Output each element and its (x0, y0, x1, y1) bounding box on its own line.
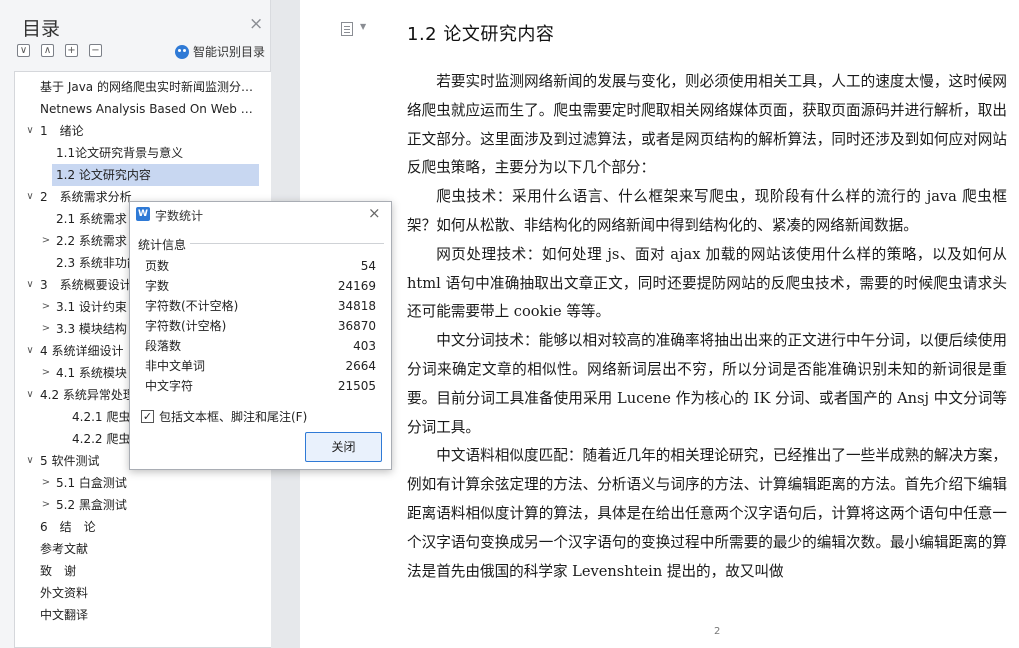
stat-value: 403 (353, 339, 376, 353)
expand-caret-icon[interactable]: ∨ (25, 120, 35, 142)
add-heading-icon[interactable]: + (65, 44, 78, 57)
close-nav-icon[interactable]: × (249, 15, 263, 33)
stat-row: 非中文单词 2664 (145, 356, 376, 376)
paragraph: 爬虫技术：采用什么语言、什么框架来写爬虫，现阶段有什么样的流行的 java 爬虫… (407, 188, 1007, 234)
toc-item[interactable]: 外文资料 (40, 582, 255, 604)
smart-toc-button[interactable]: 智能识别目录 (175, 43, 265, 60)
toc-item[interactable]: 1.1论文研究背景与意义 (56, 142, 255, 164)
stat-row: 段落数 403 (145, 336, 376, 356)
toc-item[interactable]: 1.2 论文研究内容 (52, 164, 259, 186)
document-page[interactable]: ▼ 1.2 论文研究内容 若要实时监测网络新闻的发展与变化，则必须使用相关工具，… (300, 0, 1019, 648)
document-body: 若要实时监测网络新闻的发展与变化，则必须使用相关工具，人工的速度太慢，这时候网络… (407, 68, 1007, 586)
stat-value: 34818 (337, 299, 376, 313)
stat-value: 54 (360, 259, 376, 273)
stat-row: 字数 24169 (145, 276, 376, 296)
collapsed-caret-icon[interactable]: > (41, 472, 51, 494)
collapsed-caret-icon[interactable]: > (41, 494, 51, 516)
stat-value: 21505 (337, 379, 376, 393)
stat-value: 36870 (337, 319, 376, 333)
dialog-title: 字数统计 (155, 209, 204, 223)
collapse-all-icon[interactable]: ∨ (17, 44, 30, 57)
toc-item[interactable]: 参考文献 (40, 538, 255, 560)
stat-label: 段落数 (145, 339, 182, 353)
paragraph: 中文语料相似度匹配：随着近几年的相关理论研究，已经推出了一些半成熟的解决方案，例… (407, 447, 1007, 580)
expand-caret-icon[interactable]: ∨ (25, 274, 35, 296)
remove-heading-icon[interactable]: − (89, 44, 102, 57)
toc-item[interactable]: 5.1 白盒测试 (56, 472, 255, 494)
chevron-down-icon[interactable]: ▼ (360, 22, 366, 31)
stat-value: 2664 (345, 359, 376, 373)
expand-caret-icon[interactable]: ∨ (25, 384, 35, 406)
stat-row: 字符数(计空格) 36870 (145, 316, 376, 336)
checkbox-label: 包括文本框、脚注和尾注(F) (159, 410, 308, 424)
toc-item[interactable]: 致 谢 (40, 560, 255, 582)
paragraph: 若要实时监测网络新闻的发展与变化，则必须使用相关工具，人工的速度太慢，这时候网络… (407, 73, 1007, 177)
collapsed-caret-icon[interactable]: > (41, 318, 51, 340)
section-heading: 1.2 论文研究内容 (407, 24, 555, 45)
section-divider (190, 243, 384, 244)
toc-item[interactable]: 中文翻译 (40, 604, 255, 626)
smart-toc-label: 智能识别目录 (193, 45, 266, 59)
stat-label: 字符数(计空格) (145, 319, 227, 333)
stat-row: 中文字符 21505 (145, 376, 376, 396)
paragraph: 网页处理技术：如何处理 js、面对 ajax 加载的网站该使用什么样的策略，以及… (407, 245, 1007, 321)
stat-label: 中文字符 (145, 379, 194, 393)
wps-writer-icon: W (136, 207, 150, 221)
include-textbox-checkbox[interactable]: ✓ 包括文本框、脚注和尾注(F) (141, 408, 307, 425)
toc-item[interactable]: 6 结 论 (40, 516, 255, 538)
stat-value: 24169 (337, 279, 376, 293)
document-icon[interactable] (341, 22, 353, 36)
collapsed-caret-icon[interactable]: > (41, 362, 51, 384)
close-icon[interactable]: × (368, 205, 381, 221)
stat-label: 页数 (145, 259, 170, 273)
toc-item[interactable]: 5.2 黑盒测试 (56, 494, 255, 516)
dialog-titlebar[interactable]: W 字数统计 × (130, 202, 391, 227)
stats-section-label: 统计信息 (138, 238, 187, 252)
expand-caret-icon[interactable]: ∨ (25, 450, 35, 472)
paragraph: 中文分词技术：能够以相对较高的准确率将抽出出来的正文进行中午分词，以便后续使用分… (407, 332, 1007, 436)
checkbox-checked-icon[interactable]: ✓ (141, 410, 154, 423)
robot-icon (175, 44, 189, 59)
collapsed-caret-icon[interactable]: > (41, 296, 51, 318)
toc-item[interactable]: Netnews Analysis Based On Web S ... (40, 98, 255, 120)
page-number: 2 (714, 626, 721, 637)
nav-title: 目录 (22, 18, 61, 40)
expand-caret-icon[interactable]: ∨ (25, 340, 35, 362)
close-button[interactable]: 关闭 (305, 432, 382, 462)
stat-row: 页数 54 (145, 256, 376, 276)
stat-label: 字数 (145, 279, 170, 293)
toc-item[interactable]: 1 绪论 (40, 120, 255, 142)
toc-item[interactable]: 基于 Java 的网络爬虫实时新闻监测分 ... (40, 76, 255, 98)
stat-label: 字符数(不计空格) (145, 299, 239, 313)
collapsed-caret-icon[interactable]: > (41, 230, 51, 252)
expand-caret-icon[interactable]: ∨ (25, 186, 35, 208)
stat-row: 字符数(不计空格) 34818 (145, 296, 376, 316)
expand-all-icon[interactable]: ∧ (41, 44, 54, 57)
word-count-dialog: W 字数统计 × 统计信息 页数 54 字数 24169 字符数(不计空格) 34818 字… (129, 201, 392, 470)
stat-label: 非中文单词 (145, 359, 206, 373)
